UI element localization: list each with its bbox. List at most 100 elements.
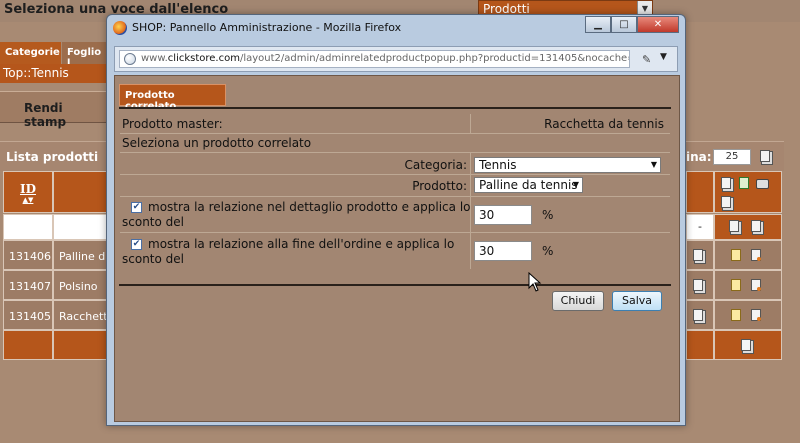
url-text[interactable]: www.clickstore.com/layout2/admin/adminre… bbox=[141, 53, 629, 64]
edit-icon[interactable] bbox=[731, 309, 741, 321]
order-relation-label-2: sconto del bbox=[122, 252, 184, 266]
copy-icon[interactable] bbox=[721, 196, 731, 208]
copy-icon[interactable] bbox=[729, 220, 739, 232]
row-actions bbox=[714, 240, 782, 270]
window-title: SHOP: Pannello Amministrazione - Mozilla… bbox=[132, 21, 402, 34]
copy-icon[interactable] bbox=[750, 220, 761, 232]
close-window-button[interactable]: ✕ bbox=[637, 16, 679, 33]
url-field[interactable]: www.clickstore.com/layout2/admin/adminre… bbox=[119, 50, 630, 68]
list-title: Lista prodotti bbox=[0, 141, 112, 171]
detail-relation-label: mostra la relazione nel dettaglio prodot… bbox=[148, 200, 471, 214]
order-relation-row: ✔ mostra la relazione alla fine dell'ord… bbox=[120, 233, 670, 269]
detail-discount-input[interactable]: 30 bbox=[474, 205, 532, 225]
filter-id-input[interactable] bbox=[3, 214, 53, 240]
table-footer-cell bbox=[686, 330, 714, 360]
popup-content: Prodotto correlato Prodotto master: Racc… bbox=[114, 75, 680, 422]
globe-icon bbox=[124, 53, 136, 65]
row-actions bbox=[714, 270, 782, 300]
edit-icon[interactable] bbox=[731, 279, 741, 291]
master-product-row: Prodotto master: Racchetta da tennis bbox=[120, 114, 670, 134]
divider bbox=[119, 107, 671, 109]
master-label: Prodotto master: bbox=[122, 117, 223, 131]
duplicate-icon[interactable] bbox=[693, 279, 703, 291]
address-bar: www.clickstore.com/layout2/admin/adminre… bbox=[114, 46, 678, 72]
chevron-down-icon[interactable]: ▼ bbox=[651, 158, 657, 172]
product-select-value: Palline da tennis bbox=[479, 178, 578, 192]
tab-categorie[interactable]: Categorie bbox=[0, 42, 61, 64]
duplicate-icon[interactable] bbox=[693, 249, 703, 261]
order-relation-label: mostra la relazione alla fine dell'ordin… bbox=[148, 237, 455, 251]
order-relation-checkbox[interactable]: ✔ bbox=[131, 239, 142, 250]
popup-window: SHOP: Pannello Amministrazione - Mozilla… bbox=[106, 14, 686, 426]
product-label: Prodotto: bbox=[412, 179, 467, 193]
order-discount-input[interactable]: 30 bbox=[474, 241, 532, 261]
table-row-name[interactable]: Racchett bbox=[53, 300, 112, 330]
chevron-down-icon[interactable]: ▼ bbox=[573, 178, 579, 192]
printer-icon[interactable] bbox=[756, 179, 769, 189]
delete-icon[interactable] bbox=[750, 309, 761, 321]
tab-prodotto-correlato[interactable]: Prodotto correlato bbox=[119, 84, 226, 112]
product-row: Prodotto: Palline da tennis ▼ bbox=[120, 175, 670, 197]
edit-icon[interactable] bbox=[731, 249, 741, 261]
detail-relation-label-2: sconto del bbox=[122, 215, 184, 229]
window-controls: ▁ □ ✕ bbox=[585, 16, 679, 33]
detail-relation-checkbox[interactable]: ✔ bbox=[131, 202, 142, 213]
sort-arrows-icon[interactable]: ▲▼ bbox=[4, 196, 52, 203]
mouse-cursor-icon bbox=[528, 272, 542, 292]
breadcrumb[interactable]: Top::Tennis bbox=[0, 64, 112, 83]
addon-icon[interactable]: ✎ bbox=[642, 53, 651, 66]
table-footer-cell bbox=[3, 330, 53, 360]
table-footer-cell bbox=[714, 330, 782, 360]
chevron-down-icon[interactable]: ▼ bbox=[660, 52, 667, 62]
percent-sign: % bbox=[542, 208, 554, 222]
excel-icon[interactable] bbox=[738, 177, 749, 189]
category-label: Categoria: bbox=[404, 158, 467, 172]
background-tabs: Categorie Foglio l bbox=[0, 42, 112, 69]
copy-icon[interactable] bbox=[760, 150, 770, 165]
window-titlebar[interactable]: SHOP: Pannello Amministrazione - Mozilla… bbox=[107, 15, 685, 42]
select-related-label: Seleziona un prodotto correlato bbox=[122, 136, 312, 150]
delete-icon[interactable] bbox=[750, 249, 761, 261]
category-row: Categoria: Tennis ▼ bbox=[120, 153, 670, 175]
pagination-label: ina: bbox=[686, 150, 712, 164]
duplicate-icon[interactable] bbox=[693, 309, 703, 321]
column-header bbox=[686, 171, 714, 213]
row-actions bbox=[714, 300, 782, 330]
product-select[interactable]: Palline da tennis ▼ bbox=[474, 177, 583, 193]
filter-cell[interactable]: - bbox=[686, 214, 714, 240]
row-icon-cell bbox=[686, 300, 714, 330]
name-column-header bbox=[53, 171, 112, 213]
category-cell: Tennis ▼ bbox=[470, 153, 670, 174]
divider bbox=[119, 284, 671, 286]
select-related-row: Seleziona un prodotto correlato bbox=[120, 134, 670, 153]
tab-foglio[interactable]: Foglio l bbox=[62, 42, 112, 69]
master-value-cell: Racchetta da tennis bbox=[470, 114, 670, 133]
copy-icon[interactable] bbox=[721, 177, 731, 189]
table-row-id[interactable]: 131406 bbox=[3, 240, 53, 270]
close-button[interactable]: Chiudi bbox=[552, 291, 604, 311]
category-select[interactable]: Tennis ▼ bbox=[474, 157, 661, 173]
firefox-icon bbox=[113, 21, 127, 35]
render-print-button[interactable]: Rendi stamp bbox=[0, 91, 112, 129]
copy-icon[interactable] bbox=[741, 339, 751, 351]
row-icon-cell bbox=[686, 240, 714, 270]
save-button[interactable]: Salva bbox=[612, 291, 662, 311]
category-select-value: Tennis bbox=[479, 158, 517, 172]
delete-icon[interactable] bbox=[750, 279, 761, 291]
product-cell: Palline da tennis ▼ bbox=[470, 175, 670, 196]
actions-header bbox=[714, 171, 782, 213]
order-discount-cell: 30 % bbox=[470, 233, 670, 269]
master-value: Racchetta da tennis bbox=[544, 117, 664, 131]
filter-name-input[interactable] bbox=[53, 214, 112, 240]
minimize-button[interactable]: ▁ bbox=[585, 16, 611, 33]
table-row-id[interactable]: 131407 bbox=[3, 270, 53, 300]
table-row-name[interactable]: Polsino bbox=[53, 270, 112, 300]
id-column-header[interactable]: ID ▲▼ bbox=[3, 171, 53, 213]
table-row-id[interactable]: 131405 bbox=[3, 300, 53, 330]
percent-sign: % bbox=[542, 244, 554, 258]
page-size-input[interactable]: 25 bbox=[713, 149, 751, 165]
table-row-name[interactable]: Palline d bbox=[53, 240, 112, 270]
pagination-bar: ina: 25 bbox=[684, 141, 784, 171]
row-icon-cell bbox=[686, 270, 714, 300]
maximize-button[interactable]: □ bbox=[611, 16, 637, 33]
